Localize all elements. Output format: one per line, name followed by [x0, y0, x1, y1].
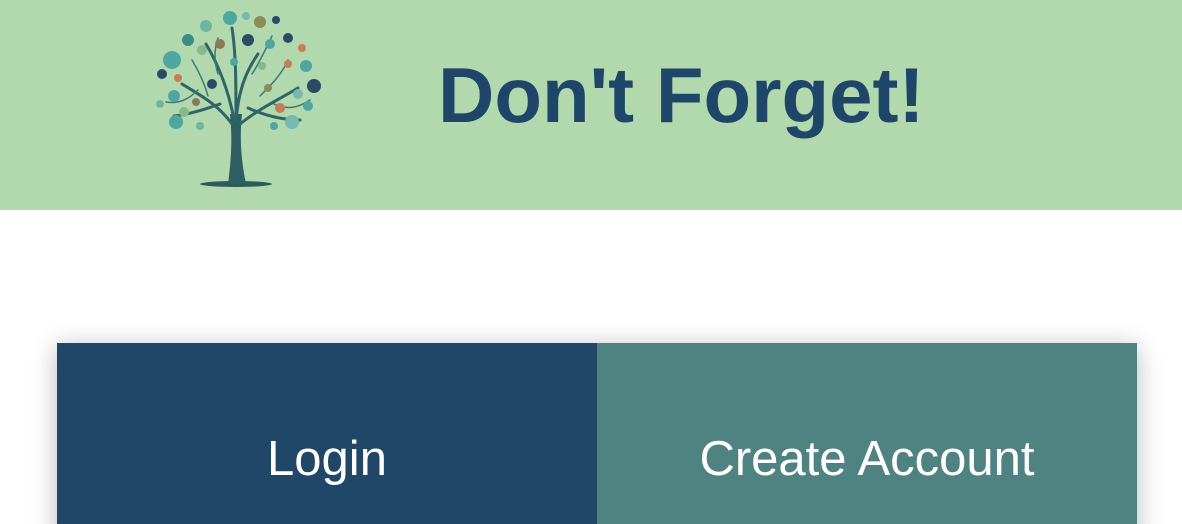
auth-tabs: Login Create Account [57, 343, 1137, 524]
tree-logo-icon [148, 4, 324, 188]
app-header: Don't Forget! [0, 0, 1182, 210]
tab-create-account[interactable]: Create Account [597, 343, 1137, 524]
tab-login[interactable]: Login [57, 343, 597, 524]
app-title: Don't Forget! [438, 51, 925, 139]
